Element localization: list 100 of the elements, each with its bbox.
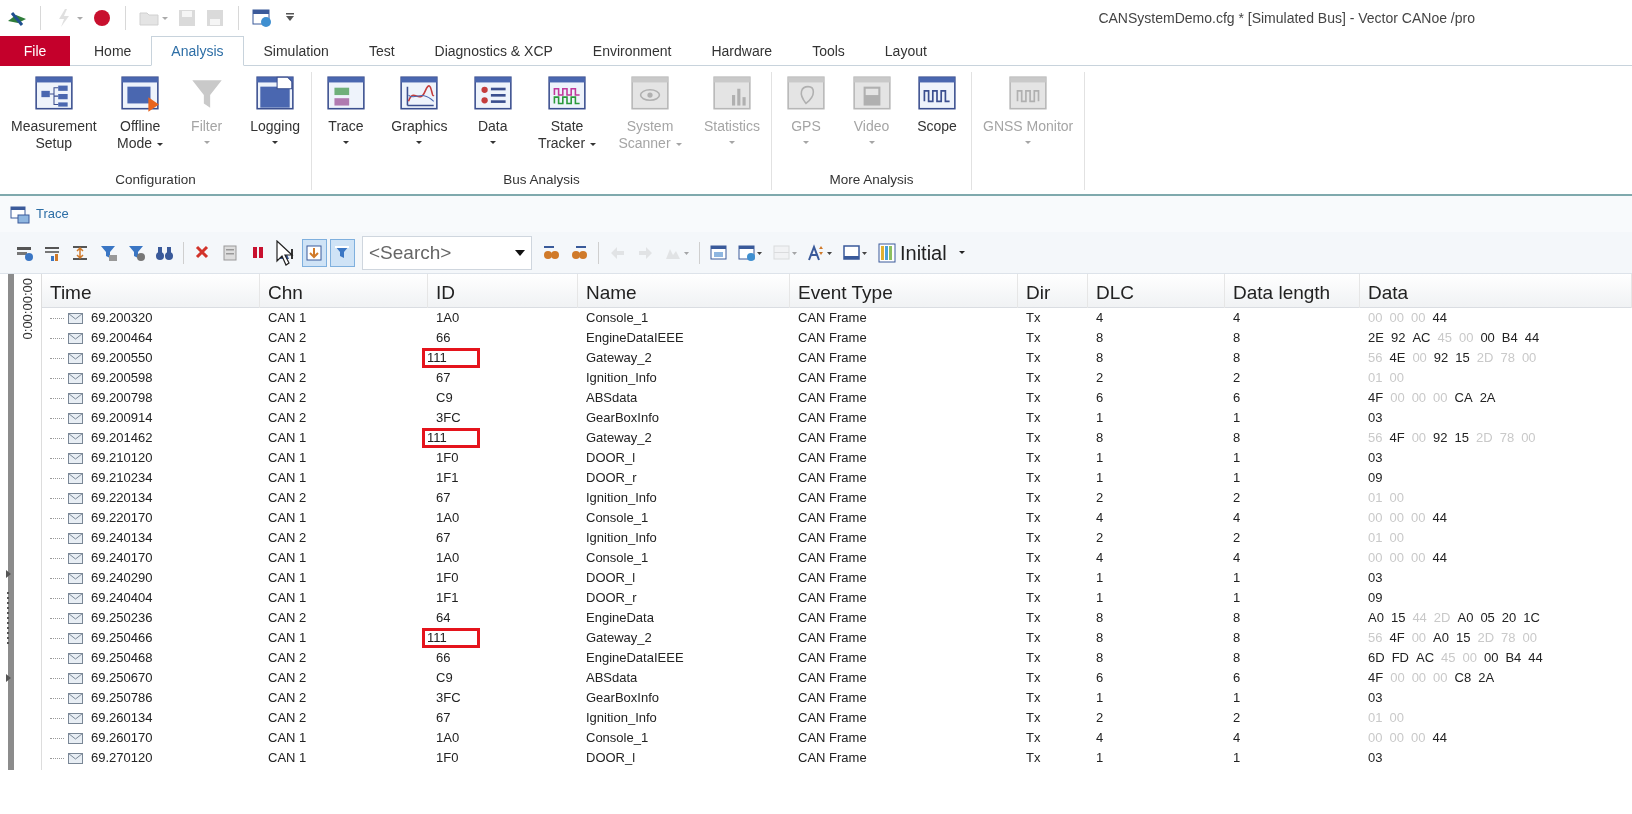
table-cell: CAN Frame	[798, 530, 867, 545]
ribbon-button[interactable]: Data	[462, 72, 523, 170]
ribbon-tab[interactable]: Home	[74, 36, 152, 66]
table-cell-text: 69.240290	[91, 569, 153, 587]
data-byte: 92	[1433, 430, 1448, 445]
ribbon-group-label: More Analysis	[829, 172, 914, 187]
data-byte: 15	[1456, 630, 1471, 645]
ribbon-tab[interactable]: Test	[348, 36, 415, 66]
column-header[interactable]: Data length	[1225, 274, 1360, 308]
envelope-icon	[68, 652, 83, 664]
table-cell-text: 69.200464	[91, 329, 153, 347]
column-header[interactable]: ID	[428, 274, 578, 308]
layout-dropdown[interactable]: Initial	[874, 237, 969, 268]
ribbon-tab[interactable]: Diagnostics & XCP	[414, 36, 573, 66]
data-byte: 4F	[1368, 390, 1384, 405]
ribbon-tab[interactable]: Analysis	[151, 36, 244, 66]
table-cell: 1	[1096, 690, 1104, 705]
ribbon-button[interactable]: Measurement Setup	[4, 72, 104, 170]
ribbon-tab[interactable]: Layout	[864, 36, 947, 66]
table-cell: 1A0	[436, 550, 460, 565]
ribbon-tab[interactable]: Hardware	[691, 36, 793, 66]
table-cell: 4	[1096, 730, 1104, 745]
table-cell: CAN 2	[268, 710, 307, 725]
data-byte: 15	[1390, 610, 1406, 625]
table-cell: 67	[436, 490, 451, 505]
data-byte: 44	[1524, 330, 1540, 345]
table-cell: DOOR_l	[586, 570, 636, 585]
table-cell: Tx	[1026, 750, 1041, 765]
table-cell: 3FC	[436, 410, 461, 425]
window-globe-icon[interactable]	[251, 7, 273, 29]
ribbon-button[interactable]: Trace	[316, 72, 376, 170]
table-cell: Tx	[1026, 550, 1041, 565]
search-field[interactable]: <Search>	[362, 235, 532, 270]
ribbon-button[interactable]: Graphics	[384, 72, 455, 170]
table-cell: 1F1	[436, 590, 459, 605]
ribbon-tab[interactable]: Tools	[792, 36, 865, 66]
column-header[interactable]: Chn	[260, 274, 428, 308]
mouse-cursor-icon	[276, 240, 294, 266]
table-cell: CAN Frame	[798, 550, 867, 565]
table-cell: 8	[1233, 650, 1241, 665]
column-header[interactable]: Name	[578, 274, 790, 308]
data-byte: 1C	[1523, 610, 1540, 625]
ribbon-button[interactable]: State Tracker	[531, 72, 604, 170]
column-header[interactable]: Event Type	[790, 274, 1018, 308]
table-cell: 1	[1233, 750, 1241, 765]
data-byte: 4F	[1389, 630, 1405, 645]
envelope-icon	[68, 752, 83, 764]
table-cell: 2	[1096, 490, 1104, 505]
table-cell: 3FC	[436, 690, 461, 705]
scroll-down-icon[interactable]	[302, 238, 327, 267]
ribbon-tab[interactable]: Simulation	[243, 36, 349, 66]
table-cell: CAN Frame	[798, 590, 867, 605]
ribbon-button[interactable]: Offline Mode	[110, 72, 171, 170]
table-cell: CAN 1	[268, 350, 307, 365]
table-cell: ABSdata	[586, 390, 638, 405]
ribbon-button[interactable]: Scope	[907, 72, 967, 170]
table-cell: CAN Frame	[798, 630, 867, 645]
column-header[interactable]: DLC	[1088, 274, 1225, 308]
ribbon-tab[interactable]: Environment	[572, 36, 692, 66]
ribbon-button[interactable]: Logging	[243, 72, 307, 170]
table-cell: Tx	[1026, 310, 1041, 325]
dropdown-arrow-icon[interactable]	[514, 248, 526, 257]
table-cell: 4	[1233, 310, 1241, 325]
data-byte: B4	[1501, 330, 1518, 345]
column-header[interactable]: Time	[42, 274, 260, 308]
table-cell-text: 69.240134	[91, 529, 153, 547]
envelope-icon	[68, 732, 83, 744]
table-cell: 1F0	[436, 450, 459, 465]
table-cell: CAN Frame	[798, 650, 867, 665]
column-header[interactable]: Data	[1360, 274, 1632, 308]
table-cell: CAN Frame	[798, 510, 867, 525]
table-cell: 6	[1233, 390, 1241, 405]
table-cell: 2	[1233, 530, 1241, 545]
table-cell: 1	[1233, 450, 1241, 465]
table-cell: CAN Frame	[798, 410, 867, 425]
table-cell: 6	[1096, 670, 1104, 685]
table-cell: CAN Frame	[798, 750, 867, 765]
table-cell: 1	[1233, 470, 1241, 485]
table-cell-text: 69.240170	[91, 549, 153, 567]
table-cell: CAN Frame	[798, 710, 867, 725]
table-cell: CAN Frame	[798, 730, 867, 745]
table-cell: Tx	[1026, 430, 1041, 445]
table-cell: 8	[1096, 630, 1104, 645]
filter-icon[interactable]	[330, 238, 355, 267]
table-cell: Tx	[1026, 570, 1041, 585]
envelope-icon	[68, 672, 83, 684]
table-cell: 67	[436, 370, 451, 385]
file-menu-button[interactable]: File	[0, 36, 70, 66]
column-header[interactable]: Dir	[1018, 274, 1088, 308]
stop-icon[interactable]	[91, 7, 113, 29]
envelope-icon	[68, 452, 83, 464]
data-byte: AC	[1412, 330, 1431, 345]
table-cell: 1A0	[436, 310, 460, 325]
envelope-icon	[68, 692, 83, 704]
table-cell: Ignition_Info	[586, 370, 657, 385]
table-cell-text: 69.250236	[91, 609, 153, 627]
table-cell: EngineDataIEEE	[586, 650, 684, 665]
table-cell: CAN Frame	[798, 350, 867, 365]
panel-tab[interactable]: Trace	[36, 204, 69, 224]
table-cell: Ignition_Info	[586, 490, 657, 505]
